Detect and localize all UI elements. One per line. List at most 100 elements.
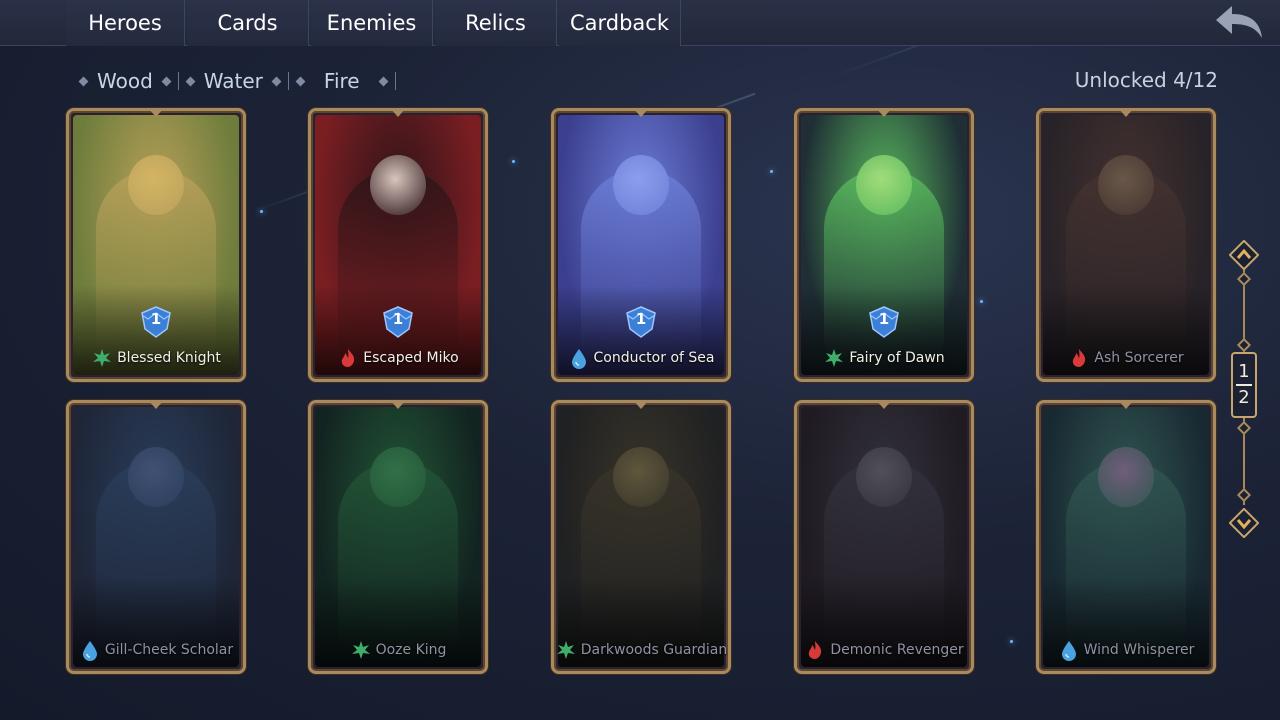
hero-card[interactable]: Ash Sorcerer (1036, 108, 1216, 382)
hero-card[interactable]: 1 Escaped Miko (308, 108, 488, 382)
hero-name: Ash Sorcerer (1094, 350, 1184, 366)
wood-element-icon (93, 349, 112, 367)
track-diamond (1236, 420, 1252, 436)
hero-card[interactable]: 1 Conductor of Sea (551, 108, 731, 382)
hero-nameplate: Demonic Revenger (801, 637, 967, 663)
water-element-icon (571, 349, 586, 369)
divider (287, 72, 289, 90)
hero-nameplate: Fairy of Dawn (801, 345, 967, 371)
tab-label: Enemies (326, 11, 417, 35)
filter-label: Water (203, 69, 263, 93)
page-down-button[interactable] (1228, 507, 1260, 539)
track-diamond (1236, 337, 1252, 353)
hero-name: Ooze King (375, 642, 447, 658)
hero-card[interactable]: 1 Fairy of Dawn (794, 108, 974, 382)
level-badge: 1 (139, 305, 173, 339)
hero-nameplate: Wind Whisperer (1043, 637, 1209, 663)
element-filter-bar: Wood Water Fire (78, 66, 404, 96)
level-badge: 1 (381, 305, 415, 339)
wood-element-icon (825, 349, 844, 367)
hero-card[interactable]: Demonic Revenger (794, 400, 974, 674)
filter-wood[interactable]: Wood (97, 69, 153, 93)
diamond-icon (378, 76, 389, 86)
tab-relics[interactable]: Relics (435, 0, 557, 46)
level-badge: 1 (624, 305, 658, 339)
page-divider (1236, 384, 1252, 386)
hero-card[interactable]: 1 Blessed Knight (66, 108, 246, 382)
filter-water[interactable]: Water (204, 69, 263, 93)
hero-nameplate: Escaped Miko (315, 345, 481, 371)
hero-head (856, 447, 912, 507)
hero-name: Darkwoods Guardian (580, 642, 728, 658)
back-arrow-icon (1216, 6, 1262, 38)
level-number: 1 (392, 310, 404, 328)
hero-head (370, 155, 426, 215)
hero-head (1098, 447, 1154, 507)
tab-enemies[interactable]: Enemies (311, 0, 433, 46)
hero-head (128, 155, 184, 215)
unlocked-counter: Unlocked 4/12 (1074, 68, 1218, 92)
tab-label: Cards (217, 11, 278, 35)
level-number: 1 (150, 310, 162, 328)
hero-name: Blessed Knight (117, 350, 221, 366)
page-up-button[interactable] (1228, 239, 1260, 271)
total-pages: 2 (1238, 387, 1250, 408)
filter-label: Fire (323, 69, 360, 93)
level-number: 1 (878, 310, 890, 328)
track-diamond (1236, 271, 1252, 287)
tab-cards[interactable]: Cards (187, 0, 309, 46)
hero-nameplate: Ooze King (315, 637, 481, 663)
track-diamond (1236, 487, 1252, 503)
hero-head (856, 155, 912, 215)
chevron-up-icon (1228, 239, 1260, 271)
hero-head (370, 447, 426, 507)
tab-label: Heroes (88, 11, 162, 35)
hero-nameplate: Darkwoods Guardian (556, 637, 728, 663)
page-indicator: 1 2 (1231, 352, 1257, 418)
diamond-icon (161, 76, 172, 86)
fire-element-icon (1073, 349, 1086, 367)
filter-label: Wood (97, 69, 153, 93)
hero-name: Fairy of Dawn (849, 350, 945, 366)
hero-nameplate: Ash Sorcerer (1043, 345, 1209, 371)
hero-head (1098, 155, 1154, 215)
top-tab-bar: Heroes Cards Enemies Relics Cardback (0, 0, 1280, 46)
wood-element-icon (351, 641, 370, 659)
page-scroller: 1 2 (1228, 239, 1260, 540)
hero-nameplate: Conductor of Sea (558, 345, 724, 371)
hero-name: Gill-Cheek Scholar (104, 642, 234, 658)
water-element-icon (1061, 641, 1076, 661)
tab-heroes[interactable]: Heroes (66, 0, 185, 46)
hero-card[interactable]: Ooze King (308, 400, 488, 674)
diamond-icon (185, 76, 196, 86)
fire-element-icon (809, 641, 822, 659)
hero-card[interactable]: Darkwoods Guardian (551, 400, 731, 674)
divider (394, 72, 396, 90)
hero-nameplate: Blessed Knight (73, 345, 239, 371)
hero-name: Wind Whisperer (1083, 642, 1195, 658)
current-page: 1 (1238, 361, 1250, 382)
hero-name: Escaped Miko (363, 350, 459, 366)
diamond-icon (78, 76, 89, 86)
tab-label: Cardback (569, 11, 670, 35)
filter-fire[interactable]: Fire (324, 69, 360, 93)
water-element-icon (82, 641, 97, 661)
hero-head (613, 447, 669, 507)
diamond-icon (295, 76, 306, 86)
hero-head (613, 155, 669, 215)
hero-head (128, 447, 184, 507)
tab-label: Relics (465, 11, 526, 35)
divider (177, 72, 179, 90)
hero-card[interactable]: Gill-Cheek Scholar (66, 400, 246, 674)
hero-name: Demonic Revenger (830, 642, 964, 658)
wood-element-icon (556, 641, 575, 659)
level-number: 1 (635, 310, 647, 328)
fire-element-icon (342, 349, 355, 367)
chevron-down-icon (1228, 507, 1260, 539)
back-button[interactable] (1210, 2, 1266, 44)
hero-nameplate: Gill-Cheek Scholar (73, 637, 239, 663)
tab-cardback[interactable]: Cardback (559, 0, 681, 46)
hero-card[interactable]: Wind Whisperer (1036, 400, 1216, 674)
hero-name: Conductor of Sea (593, 350, 715, 366)
level-badge: 1 (867, 305, 901, 339)
